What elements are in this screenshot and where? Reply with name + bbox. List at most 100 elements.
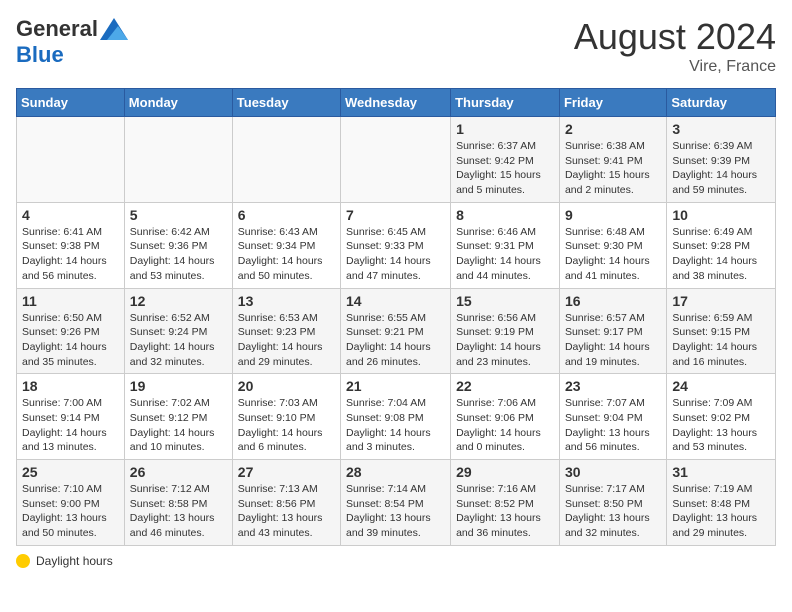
calendar-cell: 12Sunrise: 6:52 AM Sunset: 9:24 PM Dayli… bbox=[124, 288, 232, 374]
day-info: Sunrise: 6:57 AM Sunset: 9:17 PM Dayligh… bbox=[565, 311, 661, 370]
day-info: Sunrise: 7:02 AM Sunset: 9:12 PM Dayligh… bbox=[130, 396, 227, 455]
legend-sun-icon bbox=[16, 554, 30, 568]
calendar-cell bbox=[232, 117, 340, 203]
day-info: Sunrise: 6:48 AM Sunset: 9:30 PM Dayligh… bbox=[565, 225, 661, 284]
day-number: 17 bbox=[672, 293, 770, 309]
day-number: 26 bbox=[130, 464, 227, 480]
logo: General Blue bbox=[16, 16, 128, 68]
day-number: 16 bbox=[565, 293, 661, 309]
day-info: Sunrise: 6:52 AM Sunset: 9:24 PM Dayligh… bbox=[130, 311, 227, 370]
calendar-cell: 25Sunrise: 7:10 AM Sunset: 9:00 PM Dayli… bbox=[17, 460, 125, 546]
calendar-cell: 28 Sunrise: 7:14 AM Sunset: 8:54 PM Dayli… bbox=[341, 460, 451, 546]
day-number: 2 bbox=[565, 121, 661, 137]
day-info: Sunrise: 7:10 AM Sunset: 9:00 PM Dayligh… bbox=[22, 482, 119, 541]
day-info: Sunrise: 7:19 AM Sunset: 8:48 PM Dayligh… bbox=[672, 482, 770, 541]
calendar-week-1: 1Sunrise: 6:37 AM Sunset: 9:42 PM Daylig… bbox=[17, 117, 776, 203]
calendar-header-row: SundayMondayTuesdayWednesdayThursdayFrid… bbox=[17, 89, 776, 117]
day-info: Sunrise: 7:12 AM Sunset: 8:58 PM Dayligh… bbox=[130, 482, 227, 541]
day-info: Sunrise: 6:46 AM Sunset: 9:31 PM Dayligh… bbox=[456, 225, 554, 284]
day-info: Sunrise: 6:39 AM Sunset: 9:39 PM Dayligh… bbox=[672, 139, 770, 198]
day-info: Sunrise: 7:03 AM Sunset: 9:10 PM Dayligh… bbox=[238, 396, 335, 455]
calendar-week-3: 11 Sunrise: 6:50 AM Sunset: 9:26 PM Dayli… bbox=[17, 288, 776, 374]
day-info: Sunrise: 7:14 AM Sunset: 8:54 PM Dayligh… bbox=[346, 482, 445, 541]
logo-icon bbox=[100, 18, 128, 40]
calendar-cell: 8 Sunrise: 6:46 AM Sunset: 9:31 PM Daylig… bbox=[451, 202, 560, 288]
calendar-header-monday: Monday bbox=[124, 89, 232, 117]
calendar-header-tuesday: Tuesday bbox=[232, 89, 340, 117]
day-number: 8 bbox=[456, 207, 554, 223]
day-number: 11 bbox=[22, 293, 119, 309]
day-info: Sunrise: 7:17 AM Sunset: 8:50 PM Dayligh… bbox=[565, 482, 661, 541]
legend-label: Daylight hours bbox=[36, 554, 113, 568]
day-number: 15 bbox=[456, 293, 554, 309]
day-number: 27 bbox=[238, 464, 335, 480]
logo-blue-text: Blue bbox=[16, 42, 64, 67]
day-number: 9 bbox=[565, 207, 661, 223]
calendar-cell: 7Sunrise: 6:45 AM Sunset: 9:33 PM Daylig… bbox=[341, 202, 451, 288]
day-number: 21 bbox=[346, 378, 445, 394]
day-info: Sunrise: 6:49 AM Sunset: 9:28 PM Dayligh… bbox=[672, 225, 770, 284]
calendar-cell: 1Sunrise: 6:37 AM Sunset: 9:42 PM Daylig… bbox=[451, 117, 560, 203]
calendar-cell: 21 Sunrise: 7:04 AM Sunset: 9:08 PM Dayli… bbox=[341, 374, 451, 460]
calendar-cell: 20 Sunrise: 7:03 AM Sunset: 9:10 PM Dayli… bbox=[232, 374, 340, 460]
calendar-header-saturday: Saturday bbox=[667, 89, 776, 117]
day-number: 20 bbox=[238, 378, 335, 394]
day-number: 3 bbox=[672, 121, 770, 137]
calendar-table: SundayMondayTuesdayWednesdayThursdayFrid… bbox=[16, 88, 776, 546]
location: Vire, France bbox=[574, 58, 776, 76]
day-number: 19 bbox=[130, 378, 227, 394]
footer-legend: Daylight hours bbox=[16, 554, 776, 568]
day-number: 31 bbox=[672, 464, 770, 480]
day-number: 1 bbox=[456, 121, 554, 137]
day-info: Sunrise: 7:04 AM Sunset: 9:08 PM Dayligh… bbox=[346, 396, 445, 455]
calendar-cell: 4 Sunrise: 6:41 AM Sunset: 9:38 PM Daylig… bbox=[17, 202, 125, 288]
calendar-header-wednesday: Wednesday bbox=[341, 89, 451, 117]
calendar-cell: 31 Sunrise: 7:19 AM Sunset: 8:48 PM Dayli… bbox=[667, 460, 776, 546]
day-info: Sunrise: 6:38 AM Sunset: 9:41 PM Dayligh… bbox=[565, 139, 661, 198]
calendar-cell: 11 Sunrise: 6:50 AM Sunset: 9:26 PM Dayli… bbox=[17, 288, 125, 374]
page-header: General Blue August 2024 Vire, France bbox=[16, 16, 776, 76]
month-year: August 2024 bbox=[574, 16, 776, 58]
day-number: 29 bbox=[456, 464, 554, 480]
calendar-header-sunday: Sunday bbox=[17, 89, 125, 117]
day-number: 5 bbox=[130, 207, 227, 223]
day-number: 7 bbox=[346, 207, 445, 223]
calendar-cell: 2 Sunrise: 6:38 AM Sunset: 9:41 PM Daylig… bbox=[559, 117, 666, 203]
day-info: Sunrise: 7:16 AM Sunset: 8:52 PM Dayligh… bbox=[456, 482, 554, 541]
day-number: 30 bbox=[565, 464, 661, 480]
calendar-header-thursday: Thursday bbox=[451, 89, 560, 117]
calendar-cell: 27 Sunrise: 7:13 AM Sunset: 8:56 PM Dayli… bbox=[232, 460, 340, 546]
day-info: Sunrise: 6:42 AM Sunset: 9:36 PM Dayligh… bbox=[130, 225, 227, 284]
calendar-cell: 30 Sunrise: 7:17 AM Sunset: 8:50 PM Dayli… bbox=[559, 460, 666, 546]
day-number: 4 bbox=[22, 207, 119, 223]
day-number: 6 bbox=[238, 207, 335, 223]
day-number: 28 bbox=[346, 464, 445, 480]
calendar-cell: 18Sunrise: 7:00 AM Sunset: 9:14 PM Dayli… bbox=[17, 374, 125, 460]
day-info: Sunrise: 7:06 AM Sunset: 9:06 PM Dayligh… bbox=[456, 396, 554, 455]
day-info: Sunrise: 7:09 AM Sunset: 9:02 PM Dayligh… bbox=[672, 396, 770, 455]
calendar-cell: 3 Sunrise: 6:39 AM Sunset: 9:39 PM Daylig… bbox=[667, 117, 776, 203]
day-info: Sunrise: 6:50 AM Sunset: 9:26 PM Dayligh… bbox=[22, 311, 119, 370]
calendar-cell: 23Sunrise: 7:07 AM Sunset: 9:04 PM Dayli… bbox=[559, 374, 666, 460]
calendar-cell: 15Sunrise: 6:56 AM Sunset: 9:19 PM Dayli… bbox=[451, 288, 560, 374]
day-info: Sunrise: 6:53 AM Sunset: 9:23 PM Dayligh… bbox=[238, 311, 335, 370]
calendar-cell: 10 Sunrise: 6:49 AM Sunset: 9:28 PM Dayli… bbox=[667, 202, 776, 288]
day-number: 24 bbox=[672, 378, 770, 394]
day-number: 14 bbox=[346, 293, 445, 309]
calendar-week-5: 25Sunrise: 7:10 AM Sunset: 9:00 PM Dayli… bbox=[17, 460, 776, 546]
calendar-cell: 19 Sunrise: 7:02 AM Sunset: 9:12 PM Dayli… bbox=[124, 374, 232, 460]
calendar-cell: 16 Sunrise: 6:57 AM Sunset: 9:17 PM Dayli… bbox=[559, 288, 666, 374]
calendar-cell bbox=[17, 117, 125, 203]
calendar-cell: 13Sunrise: 6:53 AM Sunset: 9:23 PM Dayli… bbox=[232, 288, 340, 374]
day-info: Sunrise: 6:41 AM Sunset: 9:38 PM Dayligh… bbox=[22, 225, 119, 284]
calendar-cell: 9 Sunrise: 6:48 AM Sunset: 9:30 PM Daylig… bbox=[559, 202, 666, 288]
day-number: 22 bbox=[456, 378, 554, 394]
day-info: Sunrise: 7:00 AM Sunset: 9:14 PM Dayligh… bbox=[22, 396, 119, 455]
calendar-cell: 26 Sunrise: 7:12 AM Sunset: 8:58 PM Dayli… bbox=[124, 460, 232, 546]
day-info: Sunrise: 7:13 AM Sunset: 8:56 PM Dayligh… bbox=[238, 482, 335, 541]
day-number: 10 bbox=[672, 207, 770, 223]
calendar-cell: 29 Sunrise: 7:16 AM Sunset: 8:52 PM Dayli… bbox=[451, 460, 560, 546]
calendar-header-friday: Friday bbox=[559, 89, 666, 117]
calendar-cell: 24 Sunrise: 7:09 AM Sunset: 9:02 PM Dayli… bbox=[667, 374, 776, 460]
calendar-cell: 14Sunrise: 6:55 AM Sunset: 9:21 PM Dayli… bbox=[341, 288, 451, 374]
